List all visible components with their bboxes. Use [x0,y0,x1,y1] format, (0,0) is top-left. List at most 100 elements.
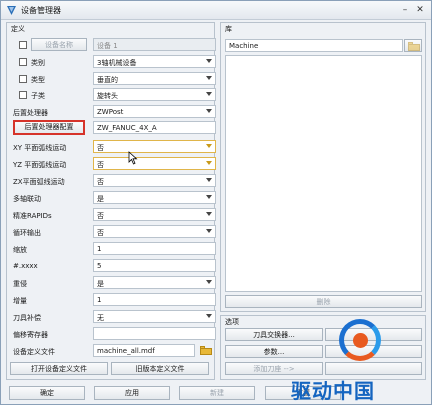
chevron-down-icon [206,314,212,318]
param-field-row: 精准RAPIDs 否 [7,208,216,222]
add-tool-holder-button[interactable]: 添加刀座 --> [225,362,323,375]
param-field-value: 是 [97,195,104,203]
define-group-title: 定义 [11,25,25,33]
device-name-row: 设备名称 设备 1 [7,38,216,52]
define-field-label: 类别 [31,59,45,67]
post-config-row: 后置处理器配置 ZW_FANUC_4X_A [7,120,216,135]
param-field-row: 缩放 1 [7,242,216,256]
param-field-row: #.xxxx 5 [7,259,216,273]
open-definition-file-button[interactable]: 打开设备定义文件 [10,362,108,375]
define-field-dropdown[interactable]: 旋转头 [93,88,216,101]
define-field-value: 垂直的 [97,75,118,84]
options-group-title: 选项 [225,318,239,326]
param-field-label: 增量 [13,297,27,305]
title-bar: 设备管理器 – ✕ [1,1,431,20]
param-field-label: 缩放 [13,246,27,254]
library-search-field[interactable]: Machine [225,39,403,52]
param-field-value: 否 [97,229,104,237]
param-field-value: 否 [97,161,104,169]
param-field-input[interactable] [93,327,216,340]
post-processor-config-button[interactable]: 后置处理器配置 [13,120,85,135]
param-field-row: XY 平面弧线运动 否 [7,140,216,154]
chevron-down-icon [206,178,212,182]
param-field-dropdown[interactable]: 是 [93,276,216,289]
define-field-label: 后置处理器 [13,108,48,117]
parameters-button[interactable]: 参数... [225,345,323,358]
chevron-down-icon [206,229,212,233]
define-field-checkbox[interactable] [19,91,27,99]
param-field-row: 重侵 是 [7,276,216,290]
library-group: 库 Machine 删除 [220,22,426,312]
options-group: 选项 刀具交换器... 参数... 添加刀座 --> [220,315,426,380]
chevron-down-icon [206,59,212,63]
param-field-value: 是 [97,280,104,288]
library-delete-button[interactable]: 删除 [225,295,422,308]
definition-file-label: 设备定义文件 [13,348,55,356]
mouse-cursor-icon [128,151,138,165]
param-field-value: 否 [97,144,104,152]
minimize-icon[interactable]: – [399,4,411,16]
app-icon [7,6,16,15]
define-field-dropdown[interactable]: 3轴机械设备 [93,55,216,68]
param-field-row: 循环输出 否 [7,225,216,239]
definition-file-field[interactable]: machine_all.mdf [93,344,195,357]
define-field-checkbox[interactable] [19,58,27,66]
options-right-button-3[interactable] [325,362,422,375]
chevron-down-icon [206,92,212,96]
close-icon[interactable]: ✕ [414,4,426,16]
old-version-file-button[interactable]: 旧版本定义文件 [111,362,209,375]
param-field-value: 否 [97,212,104,220]
param-field-value: 否 [97,178,104,186]
chevron-down-icon [206,144,212,148]
param-field-dropdown[interactable]: 无 [93,310,216,323]
param-field-row: 增量 1 [7,293,216,307]
device-name-button[interactable]: 设备名称 [31,38,87,51]
tool-changer-button[interactable]: 刀具交换器... [225,328,323,341]
post-config-field[interactable]: ZW_FANUC_4X_A [93,121,216,134]
param-field-label: YZ 平面弧线运动 [13,161,67,169]
param-field-label: 循环输出 [13,229,41,237]
param-field-label: 重侵 [13,280,27,288]
param-field-dropdown[interactable]: 是 [93,191,216,204]
library-list[interactable] [225,55,422,292]
param-field-label: #.xxxx [13,262,38,270]
param-field-dropdown[interactable]: 否 [93,208,216,221]
new-button[interactable]: 新建 [179,386,255,400]
chevron-down-icon [206,108,212,113]
param-field-dropdown[interactable]: 否 [93,225,216,238]
ok-button[interactable]: 确定 [9,386,85,400]
define-field-dropdown[interactable]: ZWPost [93,104,216,118]
define-field-label: 子类 [31,92,45,100]
param-field-input[interactable]: 1 [93,293,216,306]
watermark-text: 驱动中国 [291,379,375,403]
device-manager-window: 设备管理器 – ✕ 定义 设备名称 设备 1 类别 3轴机械设备类型 垂直的子类 旋转… [0,0,432,405]
param-field-row: 刀具补偿 无 [7,310,216,324]
param-field-value: 无 [97,314,104,322]
param-field-label: XY 平面弧线运动 [13,144,67,152]
define-field-value: 旋转头 [97,92,118,100]
define-field-value: ZWPost [97,107,124,116]
define-field-value: 3轴机械设备 [97,59,137,67]
apply-button[interactable]: 应用 [94,386,170,400]
device-name-field[interactable]: 设备 1 [93,38,216,51]
device-name-checkbox[interactable] [19,41,27,49]
param-field-dropdown[interactable]: 否 [93,157,216,170]
define-field-dropdown[interactable]: 垂直的 [93,71,216,85]
chevron-down-icon [206,212,212,216]
define-field-row: 子类 旋转头 [7,88,216,102]
param-field-row: YZ 平面弧线运动 否 [7,157,216,171]
define-field-label: 类型 [31,75,45,84]
param-field-label: 精准RAPIDs [13,212,52,220]
library-group-title: 库 [225,25,232,33]
param-field-value: 1 [97,296,102,304]
param-field-value: 5 [97,262,102,270]
define-field-checkbox[interactable] [19,74,27,83]
folder-icon[interactable] [200,346,212,355]
define-field-row: 后置处理器 ZWPost [7,104,216,119]
param-field-input[interactable]: 1 [93,242,216,255]
param-field-dropdown[interactable]: 否 [93,174,216,187]
param-field-input[interactable]: 5 [93,259,216,272]
library-folder-button[interactable] [404,39,422,52]
param-field-row: ZX平面弧线运动 否 [7,174,216,188]
param-field-dropdown[interactable]: 否 [93,140,216,153]
